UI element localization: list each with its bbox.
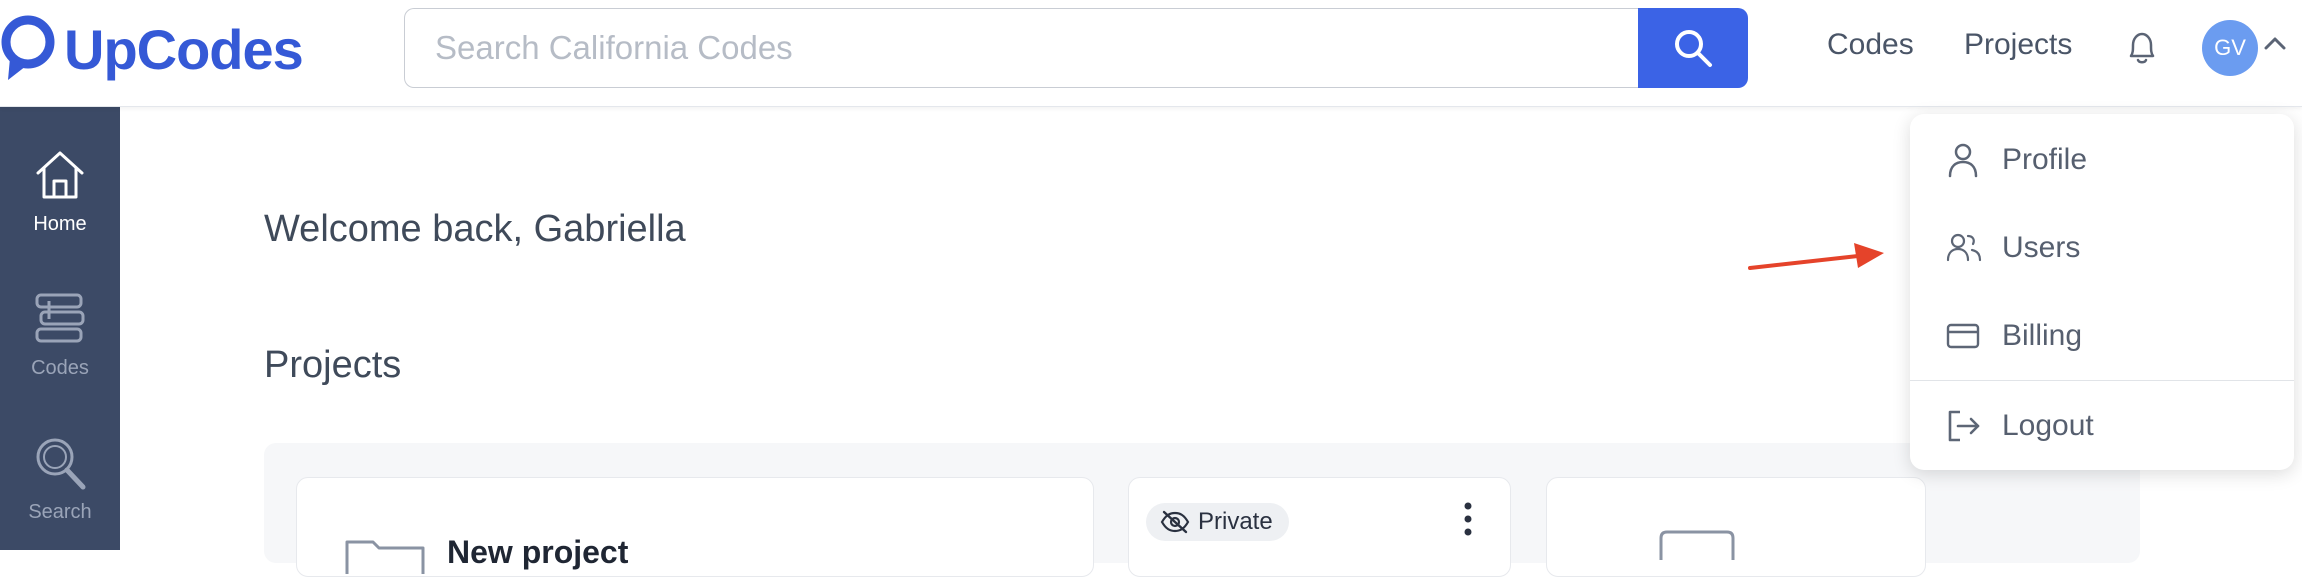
sidebar-item-codes[interactable]: Codes	[0, 291, 120, 380]
search-icon	[1675, 30, 1712, 67]
search-icon	[36, 438, 86, 490]
menu-divider	[1910, 380, 2294, 381]
chevron-up-icon[interactable]	[2264, 36, 2286, 50]
avatar[interactable]: GV	[2202, 20, 2258, 76]
sidebar: Home Codes Search	[0, 107, 120, 550]
nav-codes-link[interactable]: Codes	[1827, 28, 1914, 62]
welcome-heading: Welcome back, Gabriella	[264, 208, 686, 250]
search-button[interactable]	[1638, 8, 1748, 88]
account-dropdown-menu: Profile Users Billing Logout	[1910, 114, 2294, 470]
search-bar	[404, 8, 1748, 88]
brand-name: UpCodes	[64, 17, 304, 81]
project-card[interactable]	[1546, 477, 1926, 577]
menu-item-label: Profile	[2002, 143, 2088, 176]
users-icon	[1946, 233, 1982, 262]
eye-off-icon	[1160, 510, 1190, 534]
menu-item-logout[interactable]: Logout	[1910, 386, 2294, 466]
sidebar-item-label: Home	[33, 213, 87, 235]
home-icon	[36, 151, 84, 199]
bell-icon[interactable]	[2124, 28, 2160, 68]
search-input[interactable]	[404, 8, 1638, 88]
projects-heading: Projects	[264, 344, 402, 386]
private-badge: Private	[1146, 503, 1289, 541]
annotation-arrow-icon	[1748, 243, 1884, 270]
top-bar: UpCodes Codes Projects GV	[0, 0, 2302, 107]
document-icon	[1659, 530, 1735, 560]
menu-item-label: Billing	[2002, 319, 2083, 352]
badge-label: Private	[1198, 508, 1273, 535]
card-title: New project	[447, 534, 629, 570]
nav-projects-link[interactable]: Projects	[1964, 28, 2072, 62]
sidebar-item-label: Codes	[31, 357, 89, 379]
user-icon	[1948, 143, 1978, 178]
menu-item-label: Users	[2002, 231, 2081, 264]
more-options-icon[interactable]	[1460, 500, 1476, 540]
new-project-card[interactable]: New project	[296, 477, 1094, 577]
menu-item-billing[interactable]: Billing	[1910, 296, 2294, 376]
books-icon	[35, 293, 85, 343]
location-pin-icon	[1, 15, 55, 80]
sidebar-item-home[interactable]: Home	[0, 147, 120, 236]
menu-item-label: Logout	[2002, 409, 2094, 442]
sidebar-item-search[interactable]: Search	[0, 435, 120, 524]
folder-icon	[345, 540, 425, 574]
logout-icon	[1948, 410, 1980, 442]
menu-item-profile[interactable]: Profile	[1910, 120, 2294, 200]
credit-card-icon	[1946, 323, 1980, 349]
logo[interactable]: UpCodes	[0, 14, 304, 84]
menu-item-users[interactable]: Users	[1910, 208, 2294, 288]
sidebar-item-label: Search	[28, 501, 92, 523]
